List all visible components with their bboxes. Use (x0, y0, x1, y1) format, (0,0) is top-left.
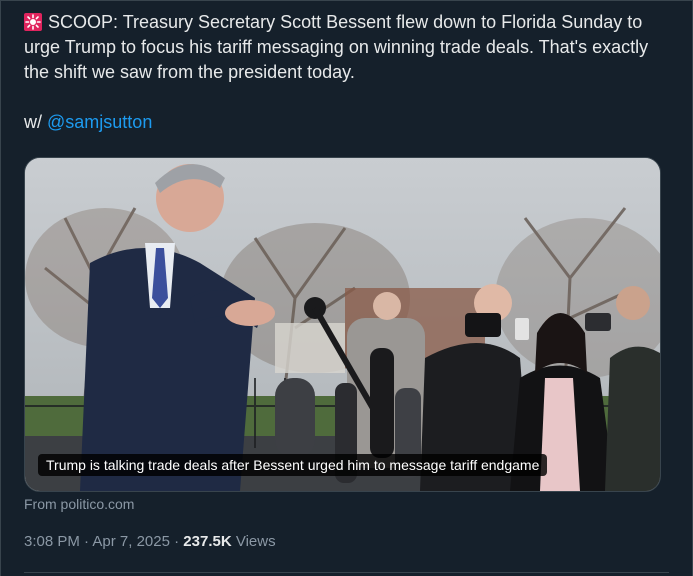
tweet-text: SCOOP: Treasury Secretary Scott Bessent … (24, 12, 649, 82)
meta-separator: · (169, 533, 184, 550)
tweet-paragraph: SCOOP: Treasury Secretary Scott Bessent … (24, 10, 664, 85)
article-photo (25, 158, 660, 491)
card-border-left (0, 0, 1, 576)
tweet-meta: 3:08 PM · Apr 7, 2025 · 237.5K Views (24, 533, 276, 550)
rotating-light-icon (24, 13, 42, 31)
views-label: Views (231, 533, 276, 550)
article-headline: Trump is talking trade deals after Besse… (38, 454, 548, 476)
link-source[interactable]: From politico.com (24, 496, 134, 512)
tweet-time[interactable]: 3:08 PM (24, 533, 80, 550)
views-count[interactable]: 237.5K (183, 533, 231, 550)
link-preview-card[interactable]: Trump is talking trade deals after Besse… (24, 157, 661, 492)
card-border-top (0, 0, 693, 1)
credit-prefix: w/ (24, 112, 48, 132)
meta-separator: · (79, 533, 93, 550)
tweet-credit: w/ @samjsutton (24, 110, 664, 135)
mention-link[interactable]: @samjsutton (47, 112, 152, 132)
tweet-date[interactable]: Apr 7, 2025 (92, 533, 170, 550)
tweet-body: SCOOP: Treasury Secretary Scott Bessent … (24, 10, 664, 135)
divider (24, 572, 669, 573)
